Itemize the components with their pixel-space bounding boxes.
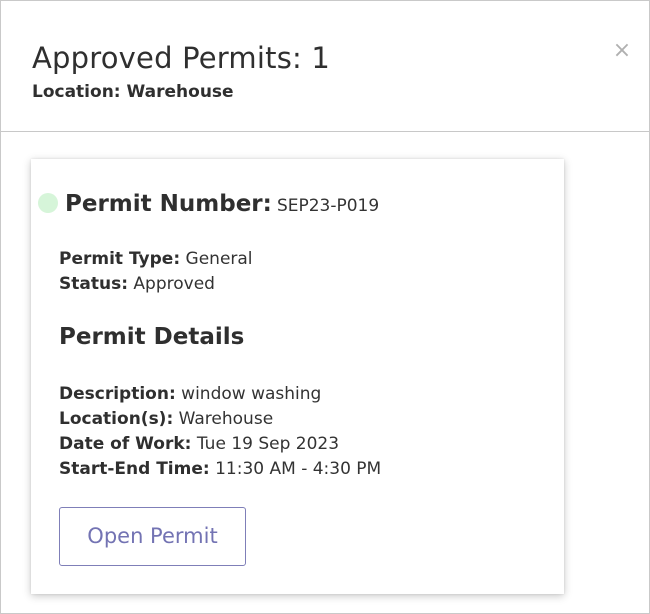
permit-type-row: Permit Type: General xyxy=(59,247,253,271)
permit-number-value: SEP23-P019 xyxy=(276,196,380,216)
description-value: window washing xyxy=(181,384,322,404)
permit-type-value: General xyxy=(185,249,253,269)
start-end-time-label: Start-End Time: xyxy=(59,459,210,479)
locations-label: Location(s): xyxy=(59,409,174,429)
permit-number-row: Permit Number: SEP23-P019 xyxy=(65,188,379,222)
modal-body: Permit Number: SEP23-P019 Permit Type: G… xyxy=(1,132,649,613)
locations-value: Warehouse xyxy=(178,409,274,429)
permit-status-row: Status: Approved xyxy=(59,272,215,296)
close-icon[interactable]: × xyxy=(609,38,635,64)
status-dot xyxy=(38,193,58,213)
permit-type-label: Permit Type: xyxy=(59,249,181,269)
permit-status-label: Status: xyxy=(59,274,128,294)
approved-permits-modal: Approved Permits: 1 Location: Warehouse … xyxy=(0,0,650,614)
modal-title: Approved Permits: 1 xyxy=(32,41,331,75)
locations-row: Location(s): Warehouse xyxy=(59,407,273,431)
permit-details-heading: Permit Details xyxy=(59,324,245,350)
description-row: Description: window washing xyxy=(59,382,321,406)
permit-number-label: Permit Number: xyxy=(65,191,272,217)
permit-status-value: Approved xyxy=(133,274,215,294)
date-of-work-row: Date of Work: Tue 19 Sep 2023 xyxy=(59,432,339,456)
modal-location-subtitle: Location: Warehouse xyxy=(32,82,234,102)
description-label: Description: xyxy=(59,384,176,404)
permit-card: Permit Number: SEP23-P019 Permit Type: G… xyxy=(31,159,564,594)
date-of-work-label: Date of Work: xyxy=(59,434,192,454)
start-end-time-value: 11:30 AM - 4:30 PM xyxy=(215,459,382,479)
start-end-time-row: Start-End Time: 11:30 AM - 4:30 PM xyxy=(59,457,381,481)
open-permit-button[interactable]: Open Permit xyxy=(59,507,246,566)
date-of-work-value: Tue 19 Sep 2023 xyxy=(196,434,340,454)
modal-header: Approved Permits: 1 Location: Warehouse … xyxy=(1,1,649,132)
